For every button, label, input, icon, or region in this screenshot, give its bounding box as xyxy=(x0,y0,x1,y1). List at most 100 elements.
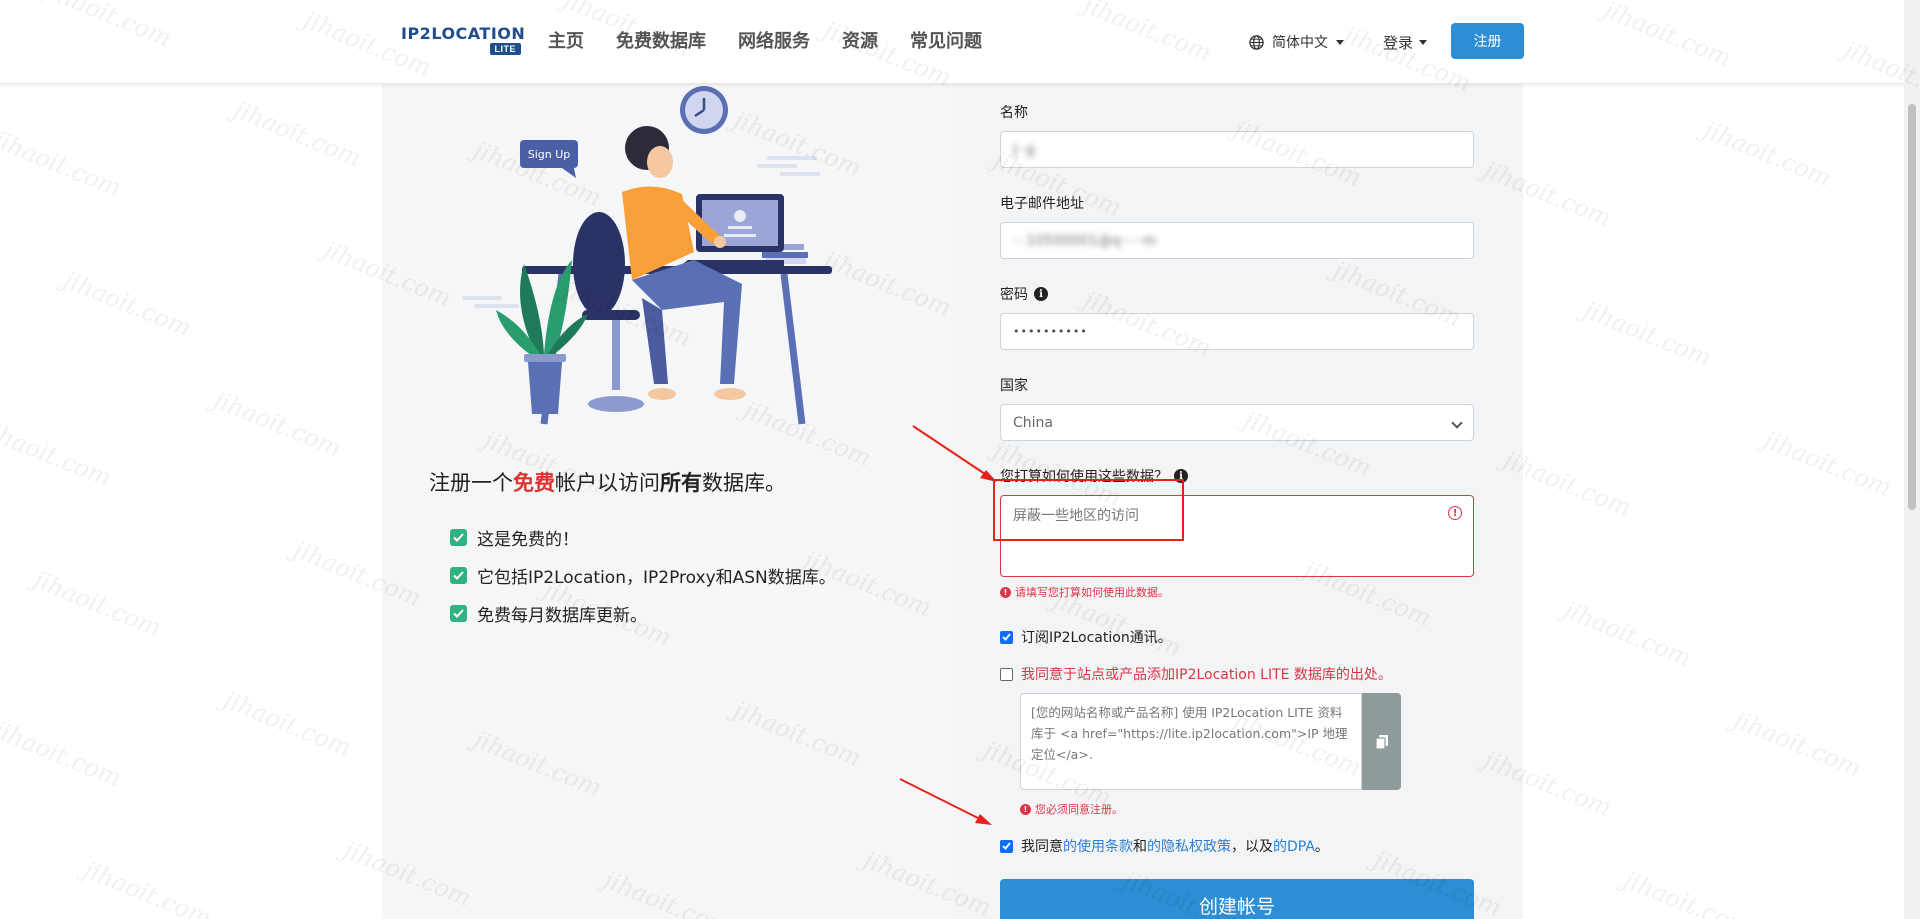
attribution-checkbox[interactable] xyxy=(1000,667,1013,681)
page-scrollbar[interactable] xyxy=(1904,0,1920,919)
watermark-text: jihaoit.com xyxy=(79,855,216,919)
terms-text: 我同意的使用条款和的隐私权政策，以及的DPA。 xyxy=(1021,836,1329,856)
password-value: •••••••••• xyxy=(1013,325,1088,338)
watermark-text: jihaoit.com xyxy=(0,415,116,493)
signup-illustration: Sign Up xyxy=(462,86,832,425)
terms-pre: 我同意 xyxy=(1021,839,1063,855)
newsletter-checkbox[interactable] xyxy=(1000,630,1013,644)
page: IP2LOCATION LITE 主页 免费数据库 网络服务 资源 常见问题 简… xyxy=(0,0,1920,919)
chevron-down-icon xyxy=(1336,39,1344,45)
check-icon xyxy=(450,604,467,622)
nav-free-databases[interactable]: 免费数据库 xyxy=(616,30,706,54)
chevron-down-icon xyxy=(1451,417,1463,429)
country-label: 国家 xyxy=(1000,375,1028,395)
logo-lite-badge: LITE xyxy=(489,43,521,55)
password-label-text: 密码 xyxy=(1000,287,1028,303)
feature-text: 免费每月数据库更新。 xyxy=(477,605,647,626)
headline-free: 免费 xyxy=(513,471,555,495)
info-icon[interactable]: i xyxy=(1034,287,1048,301)
error-icon: ! xyxy=(1448,506,1462,520)
country-label-text: 国家 xyxy=(1000,378,1028,394)
watermark-text: jihaoit.com xyxy=(59,265,196,343)
terms-and: 和 xyxy=(1133,839,1147,855)
email-label-text: 电子邮件地址 xyxy=(1000,196,1084,212)
newsletter-label: 订阅IP2Location通讯。 xyxy=(1021,630,1172,646)
navbar: IP2LOCATION LITE 主页 免费数据库 网络服务 资源 常见问题 简… xyxy=(0,0,1904,84)
attribution-row: 我同意于站点或产品添加IP2Location LITE 数据库的出处。 xyxy=(1000,664,1392,684)
attribution-label: 我同意于站点或产品添加IP2Location LITE 数据库的出处。 xyxy=(1021,667,1392,683)
terms-row: 我同意的使用条款和的隐私权政策，以及的DPA。 xyxy=(1000,836,1329,856)
language-label: 简体中文 xyxy=(1272,35,1328,51)
error-icon: ! xyxy=(1000,586,1011,598)
watermark-text: jihaoit.com xyxy=(1579,295,1716,373)
name-label-text: 名称 xyxy=(1000,105,1028,121)
headline-all: 所有 xyxy=(660,471,702,495)
privacy-policy-link[interactable]: 的隐私权政策 xyxy=(1147,839,1231,855)
email-label: 电子邮件地址 xyxy=(1000,193,1084,213)
dpa-link[interactable]: 的DPA xyxy=(1273,839,1315,855)
name-input[interactable]: J··g xyxy=(1000,131,1474,168)
nav-faq[interactable]: 常见问题 xyxy=(910,30,982,54)
usage-error: ! 请填写您打算如何使用此数据。 xyxy=(1000,584,1169,600)
watermark-text: jihaoit.com xyxy=(1559,595,1696,673)
terms-of-use-link[interactable]: 的使用条款 xyxy=(1063,839,1133,855)
headline-pre: 注册一个 xyxy=(429,471,513,495)
password-input[interactable]: •••••••••• xyxy=(1000,313,1474,350)
headline: 注册一个免费帐户以访问所有数据库。 xyxy=(429,467,786,497)
watermark-text: jihaoit.com xyxy=(1759,425,1896,503)
attribution-error-text: 您必须同意注册。 xyxy=(1035,803,1123,816)
ip2location-logo[interactable]: IP2LOCATION LITE xyxy=(401,24,526,58)
copy-button[interactable] xyxy=(1362,693,1401,790)
error-icon: ! xyxy=(1020,803,1031,815)
password-label: 密码 i xyxy=(1000,284,1048,304)
headline-mid: 帐户以访问 xyxy=(555,471,660,495)
scrollbar-thumb[interactable] xyxy=(1908,104,1916,510)
terms-checkbox[interactable] xyxy=(1000,839,1013,853)
annotation-highlight-box xyxy=(993,479,1184,541)
language-selector[interactable]: 简体中文 xyxy=(1249,32,1344,52)
logo-text: IP2LOCATION xyxy=(401,24,526,43)
watermark-text: jihaoit.com xyxy=(209,385,346,463)
check-icon xyxy=(450,528,467,546)
watermark-text: jihaoit.com xyxy=(29,565,166,643)
create-account-button[interactable]: 创建帐号 xyxy=(1000,879,1474,919)
watermark-text: jihaoit.com xyxy=(1729,705,1866,783)
watermark-text: jihaoit.com xyxy=(219,685,356,763)
chevron-down-icon xyxy=(1419,40,1428,45)
country-value: China xyxy=(1013,414,1053,431)
terms-end: 。 xyxy=(1314,839,1329,855)
feature-list: 这是免费的！ 它包括IP2Location，IP2Proxy和ASN数据库。 免… xyxy=(450,518,836,632)
watermark-text: jihaoit.com xyxy=(0,715,126,793)
email-value: ···10500001@q·····m xyxy=(1013,232,1157,249)
attribution-code-box[interactable]: [您的网站名称或产品名称] 使用 IP2Location LITE 资料库于 <… xyxy=(1020,693,1362,790)
watermark-text: jihaoit.com xyxy=(0,125,126,203)
feature-text: 这是免费的！ xyxy=(477,529,579,550)
feature-item: 它包括IP2Location，IP2Proxy和ASN数据库。 xyxy=(450,556,836,594)
check-icon xyxy=(450,566,467,584)
feature-text: 它包括IP2Location，IP2Proxy和ASN数据库。 xyxy=(477,567,836,588)
watermark-text: jihaoit.com xyxy=(1699,115,1836,193)
login-label: 登录 xyxy=(1383,34,1414,52)
nav-links: 主页 免费数据库 网络服务 资源 常见问题 xyxy=(548,30,982,54)
usage-error-text: 请填写您打算如何使用此数据。 xyxy=(1015,586,1169,599)
watermark-text: jihaoit.com xyxy=(1619,865,1756,919)
login-dropdown[interactable]: 登录 xyxy=(1383,32,1428,53)
attribution-code-text: [您的网站名称或产品名称] 使用 IP2Location LITE 资料库于 <… xyxy=(1031,705,1348,762)
watermark-text: jihaoit.com xyxy=(229,95,366,173)
country-select[interactable]: China xyxy=(1000,404,1474,441)
terms-mid: ，以及 xyxy=(1231,839,1273,855)
nav-home[interactable]: 主页 xyxy=(548,30,584,54)
newsletter-row: 订阅IP2Location通讯。 xyxy=(1000,627,1172,647)
name-value: J··g xyxy=(1013,141,1035,158)
headline-post: 数据库。 xyxy=(702,471,786,495)
nav-resources[interactable]: 资源 xyxy=(842,30,878,54)
copy-icon xyxy=(1374,734,1388,750)
attribution-error: ! 您必须同意注册。 xyxy=(1020,801,1123,817)
globe-icon xyxy=(1249,34,1264,50)
email-input[interactable]: ···10500001@q·····m xyxy=(1000,222,1474,259)
feature-item: 这是免费的！ xyxy=(450,518,836,556)
feature-item: 免费每月数据库更新。 xyxy=(450,594,836,632)
signup-button[interactable]: 注册 xyxy=(1451,23,1524,59)
name-label: 名称 xyxy=(1000,102,1028,122)
nav-web-services[interactable]: 网络服务 xyxy=(738,30,810,54)
